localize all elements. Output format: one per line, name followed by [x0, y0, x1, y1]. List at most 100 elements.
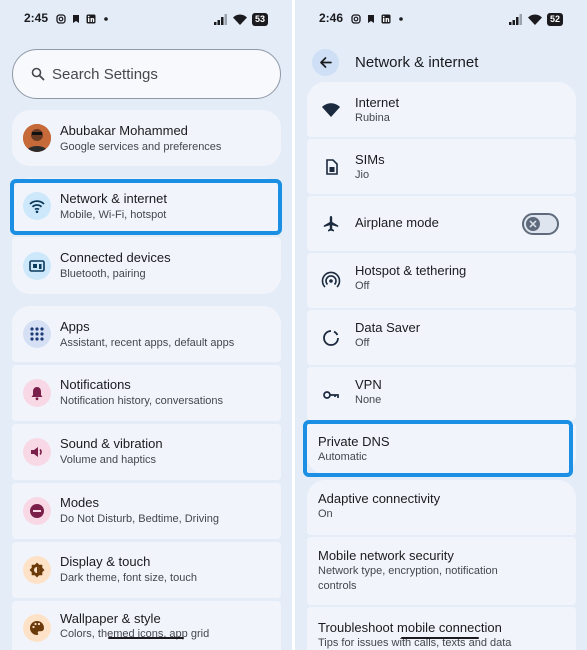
- apps-grid-icon: [30, 327, 44, 341]
- wifi-status-icon: [527, 14, 542, 25]
- data-saver-icon: [323, 330, 339, 346]
- hotspot-icon: [321, 271, 341, 288]
- bell-icon: [31, 387, 43, 401]
- vpn-title: VPN: [355, 377, 382, 392]
- network-item-mobile-network-security[interactable]: Mobile network security Network type, en…: [307, 537, 576, 605]
- notification-icons: [56, 14, 111, 24]
- wifi-icon: [322, 103, 340, 117]
- hotspot-subtitle: Off: [355, 280, 370, 292]
- network-item-sims[interactable]: SIMs Jio: [307, 139, 576, 194]
- back-button[interactable]: [312, 49, 339, 76]
- bookmark-icon: [368, 15, 374, 23]
- hotspot-title: Hotspot & tethering: [355, 263, 467, 278]
- notifications-icon-bg: [23, 379, 51, 407]
- settings-item-modes[interactable]: Modes Do Not Disturb, Bedtime, Driving: [12, 483, 281, 539]
- settings-item-sound[interactable]: Sound & vibration Volume and haptics: [12, 424, 281, 480]
- notifications-subtitle: Notification history, conversations: [60, 395, 224, 407]
- dot-icon: [104, 17, 108, 21]
- adaptive-connectivity-title: Adaptive connectivity: [318, 491, 441, 506]
- avatar: [23, 124, 51, 152]
- arrow-back-icon: [320, 57, 332, 68]
- devices-icon-bg: [23, 252, 51, 280]
- mobile-network-security-title: Mobile network security: [318, 548, 454, 563]
- data-saver-subtitle: Off: [355, 337, 370, 349]
- troubleshoot-title: Troubleshoot mobile connection: [318, 620, 502, 635]
- vpn-subtitle: None: [355, 394, 382, 406]
- apps-subtitle: Assistant, recent apps, default apps: [60, 337, 235, 349]
- network-item-vpn[interactable]: VPN None: [307, 367, 576, 420]
- mobile-network-security-subtitle-line1: Network type, encryption, notification: [318, 565, 498, 577]
- wallpaper-icon-bg: [23, 614, 51, 642]
- network-item-hotspot[interactable]: Hotspot & tethering Off: [307, 253, 576, 308]
- status-time: 2:45: [24, 11, 49, 25]
- instagram-icon: [351, 14, 361, 24]
- notification-icons: [351, 14, 406, 24]
- gesture-nav-bar[interactable]: [108, 637, 184, 639]
- data-saver-title: Data Saver: [355, 320, 421, 335]
- account-card[interactable]: Abubakar Mohammed Google services and pr…: [12, 110, 281, 166]
- search-settings-bar[interactable]: Search Settings: [12, 49, 281, 99]
- network-item-data-saver[interactable]: Data Saver Off: [307, 310, 576, 365]
- airplane-mode-title: Airplane mode: [355, 215, 439, 230]
- display-subtitle: Dark theme, font size, touch: [60, 572, 197, 584]
- notifications-title: Notifications: [60, 377, 131, 392]
- system-icons: 53: [213, 13, 268, 26]
- linkedin-icon: [381, 14, 391, 24]
- sims-subtitle: Jio: [355, 169, 370, 181]
- status-time: 2:46: [319, 11, 344, 25]
- apps-icon-bg: [23, 320, 51, 348]
- page-header: Network & internet: [295, 44, 587, 80]
- vpn-key-icon: [323, 391, 339, 399]
- sound-icon-bg: [23, 438, 51, 466]
- internet-title: Internet: [355, 95, 400, 110]
- modes-icon-bg: [23, 497, 51, 525]
- dot-icon: [399, 17, 403, 21]
- sound-subtitle: Volume and haptics: [60, 454, 157, 466]
- network-item-airplane-mode[interactable]: Airplane mode: [307, 196, 576, 251]
- account-name: Abubakar Mohammed: [60, 123, 188, 138]
- settings-item-wallpaper[interactable]: Wallpaper & style Colors, themed icons, …: [12, 601, 281, 650]
- adaptive-connectivity-subtitle: On: [318, 508, 333, 520]
- settings-item-display[interactable]: Display & touch Dark theme, font size, t…: [12, 542, 281, 598]
- network-item-internet[interactable]: Internet Rubina: [307, 82, 576, 137]
- battery-indicator: 53: [251, 13, 268, 26]
- private-dns-subtitle: Automatic: [318, 451, 367, 463]
- display-icon-bg: [23, 556, 51, 584]
- settings-item-notifications[interactable]: Notifications Notification history, conv…: [12, 365, 281, 421]
- network-icon-bg: [23, 192, 51, 220]
- system-icons: 52: [508, 13, 563, 26]
- private-dns-title: Private DNS: [318, 434, 390, 449]
- wifi-status-icon: [232, 14, 247, 25]
- sim-card-icon: [326, 159, 338, 175]
- settings-item-connected-devices[interactable]: Connected devices Bluetooth, pairing: [12, 237, 281, 294]
- network-subtitle: Mobile, Wi-Fi, hotspot: [60, 209, 167, 221]
- do-not-disturb-icon: [30, 504, 44, 518]
- network-item-private-dns[interactable]: Private DNS Automatic: [307, 423, 576, 474]
- instagram-icon: [56, 14, 66, 24]
- close-icon: [529, 220, 537, 228]
- battery-indicator: 52: [546, 13, 563, 26]
- internet-subtitle: Rubina: [355, 112, 390, 124]
- page-title: Network & internet: [355, 54, 479, 71]
- network-item-troubleshoot[interactable]: Troubleshoot mobile connection Tips for …: [307, 607, 576, 650]
- airplane-icon: [323, 216, 339, 232]
- settings-item-network[interactable]: Network & internet Mobile, Wi-Fi, hotspo…: [12, 178, 281, 234]
- signal-icon: [508, 14, 522, 25]
- connected-devices-subtitle: Bluetooth, pairing: [60, 268, 146, 280]
- settings-item-apps[interactable]: Apps Assistant, recent apps, default app…: [12, 306, 281, 362]
- airplane-mode-toggle[interactable]: [522, 213, 559, 235]
- search-placeholder: Search Settings: [52, 66, 158, 83]
- modes-subtitle: Do Not Disturb, Bedtime, Driving: [60, 513, 219, 525]
- sims-title: SIMs: [355, 152, 385, 167]
- wallpaper-title: Wallpaper & style: [60, 611, 161, 626]
- apps-title: Apps: [60, 319, 90, 334]
- network-item-adaptive-connectivity[interactable]: Adaptive connectivity On: [307, 480, 576, 535]
- modes-title: Modes: [60, 495, 100, 510]
- wifi-icon: [29, 200, 45, 214]
- sound-title: Sound & vibration: [60, 436, 163, 451]
- gesture-nav-bar[interactable]: [401, 637, 479, 639]
- bookmark-icon: [73, 15, 79, 23]
- network-internet-screen: 2:46 52 Network & internet Internet Rubi…: [295, 0, 587, 650]
- search-icon: [31, 67, 45, 81]
- devices-icon: [29, 260, 45, 272]
